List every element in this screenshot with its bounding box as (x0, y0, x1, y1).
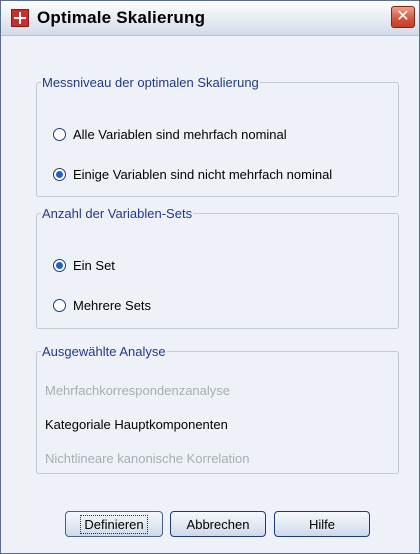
optimal-scaling-dialog: Optimale Skalierung ✕ Messniveau der opt… (0, 0, 420, 554)
close-button[interactable]: ✕ (391, 6, 415, 28)
measurement-level-group: Messniveau der optimalen Skalierung Alle… (36, 75, 399, 197)
selected-analysis-group: Ausgewählte Analyse Mehrfachkorresponden… (36, 344, 399, 474)
analysis-item-mca: Mehrfachkorrespondenzanalyse (45, 383, 230, 398)
radio-label: Alle Variablen sind mehrfach nominal (73, 126, 287, 142)
selected-analysis-legend: Ausgewählte Analyse (42, 344, 166, 359)
define-button-label: Definieren (80, 514, 148, 534)
variable-sets-legend: Anzahl der Variablen-Sets (42, 206, 193, 221)
radio-button-selected[interactable] (53, 167, 66, 181)
cancel-button[interactable]: Abbrechen (170, 511, 266, 537)
analysis-item-overals: Nichtlineare kanonische Korrelation (45, 451, 250, 466)
radio-button-selected[interactable] (53, 258, 66, 272)
radio-all-multiple-nominal[interactable]: Alle Variablen sind mehrfach nominal (53, 124, 287, 144)
radio-button[interactable] (53, 127, 66, 141)
variable-sets-group: Anzahl der Variablen-Sets Ein Set Mehrer… (36, 206, 399, 329)
radio-button[interactable] (53, 298, 66, 312)
radio-label: Einige Variablen sind nicht mehrfach nom… (73, 166, 333, 182)
radio-label: Ein Set (73, 257, 115, 273)
measurement-level-legend: Messniveau der optimalen Skalierung (42, 75, 259, 90)
radio-label: Mehrere Sets (73, 297, 152, 313)
title-bar[interactable]: Optimale Skalierung ✕ (1, 1, 419, 36)
radio-some-not-multiple-nominal[interactable]: Einige Variablen sind nicht mehrfach nom… (53, 164, 332, 184)
radio-multiple-sets[interactable]: Mehrere Sets (53, 295, 151, 315)
define-button[interactable]: Definieren (65, 511, 163, 537)
app-icon (11, 9, 29, 27)
analysis-item-catpca: Kategoriale Hauptkomponenten (45, 417, 228, 432)
radio-one-set[interactable]: Ein Set (53, 255, 115, 275)
help-button[interactable]: Hilfe (274, 511, 370, 537)
dialog-title: Optimale Skalierung (37, 8, 206, 27)
